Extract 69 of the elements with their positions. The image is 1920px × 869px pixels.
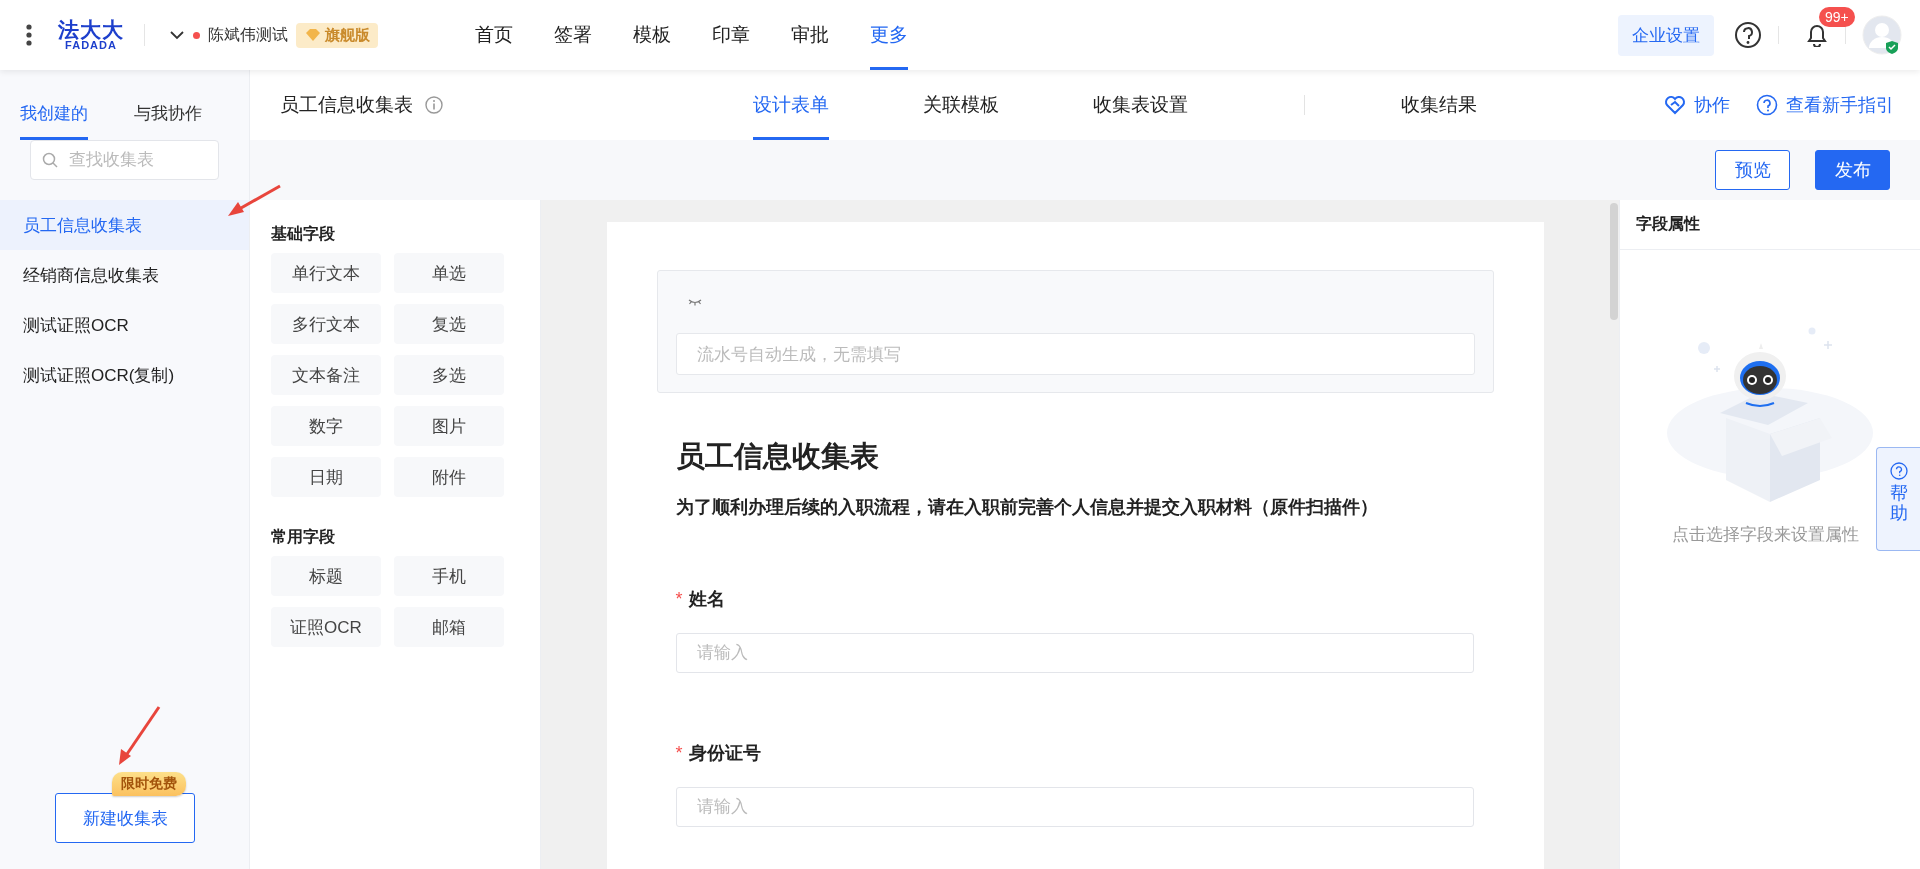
form-description: 为了顺利办理后续的入职流程，请在入职前完善个人信息并提交入职材料（原件扫描件）: [675, 496, 1379, 519]
account-name[interactable]: 陈斌伟测试: [208, 24, 288, 46]
field-type-item[interactable]: 单行文本: [271, 253, 381, 293]
field-type-item[interactable]: 邮箱: [394, 607, 504, 647]
more-menu-icon[interactable]: [26, 24, 32, 46]
edition-badge: 旗舰版: [296, 22, 378, 48]
form-list-item[interactable]: 员工信息收集表: [0, 200, 249, 250]
form-tab[interactable]: 收集表设置: [1093, 70, 1188, 140]
field-type-item[interactable]: 文本备注: [271, 355, 381, 395]
field-type-item[interactable]: 标题: [271, 556, 381, 596]
field-label: 身份证号: [688, 742, 761, 765]
diamond-icon: [304, 27, 322, 43]
field-type-item[interactable]: 证照OCR: [271, 607, 381, 647]
form-title: 员工信息收集表: [280, 93, 413, 117]
field-label: 姓名: [688, 588, 725, 611]
field-type-item[interactable]: 多选: [394, 355, 504, 395]
create-form-button[interactable]: 新建收集表: [55, 793, 195, 843]
search-field[interactable]: 查找收集表: [30, 140, 219, 180]
empty-state-hint: 点击选择字段来设置属性: [1671, 524, 1859, 546]
help-tab[interactable]: 帮助: [1876, 447, 1920, 551]
form-list-item[interactable]: 测试证照OCR: [0, 300, 249, 350]
logo-text: 法大大: [58, 19, 124, 40]
form-tab[interactable]: 收集结果: [1401, 70, 1477, 140]
annotation-arrow: [228, 184, 281, 216]
closed-eye-icon: [687, 298, 702, 307]
field-type-item[interactable]: 单选: [394, 253, 504, 293]
publish-button[interactable]: 发布: [1815, 150, 1890, 190]
required-mark: *: [675, 588, 683, 610]
handshake-heart-icon: [1664, 94, 1686, 116]
panel-title: 字段属性: [1620, 200, 1920, 250]
field-type-item[interactable]: 复选: [394, 304, 504, 344]
help-icon: [1756, 94, 1778, 116]
input-field[interactable]: 请输入: [675, 633, 1474, 673]
field-type-item[interactable]: 手机: [394, 556, 504, 596]
palette-group-title: 常用字段: [271, 527, 336, 547]
input-field[interactable]: 请输入: [675, 787, 1474, 827]
form-list-item[interactable]: 测试证照OCR(复制): [0, 350, 249, 400]
annotation-arrow: [119, 706, 161, 765]
nav-tab[interactable]: 模板: [633, 0, 671, 70]
nav-tab[interactable]: 审批: [791, 0, 829, 70]
status-dot: [193, 31, 200, 39]
field-type-item[interactable]: 多行文本: [271, 304, 381, 344]
enterprise-settings-button[interactable]: 企业设置: [1618, 14, 1714, 56]
serial-number-field: 流水号自动生成，无需填写: [675, 333, 1475, 375]
form-list-item[interactable]: 经销商信息收集表: [0, 250, 249, 300]
collaborate-link[interactable]: 协作: [1664, 93, 1730, 117]
info-icon: [425, 96, 443, 114]
scrollbar-thumb[interactable]: [1610, 203, 1618, 320]
required-mark: *: [675, 742, 683, 764]
field-type-item[interactable]: 图片: [394, 406, 504, 446]
nav-tab[interactable]: 签署: [554, 0, 592, 70]
field-type-item[interactable]: 数字: [271, 406, 381, 446]
avatar-icon: [1862, 15, 1902, 55]
promo-badge: 限时免费: [112, 772, 186, 796]
nav-tab[interactable]: 印章: [712, 0, 750, 70]
help-icon: [1889, 462, 1908, 480]
preview-button[interactable]: 预览: [1715, 150, 1790, 190]
help-icon[interactable]: [1734, 21, 1762, 49]
nav-tab[interactable]: 首页: [475, 0, 513, 70]
form-heading: 员工信息收集表: [675, 439, 880, 474]
form-tab[interactable]: 关联模板: [923, 70, 999, 140]
guide-link[interactable]: 查看新手指引: [1756, 93, 1894, 117]
logo-subtext: FADADA: [65, 40, 117, 51]
field-type-item[interactable]: 日期: [271, 457, 381, 497]
notification-badge: 99+: [1819, 7, 1855, 27]
bell-icon[interactable]: [1805, 23, 1829, 47]
field-type-item[interactable]: 附件: [394, 457, 504, 497]
palette-group-title: 基础字段: [271, 224, 336, 244]
sidebar-tab[interactable]: 与我协作: [134, 86, 202, 140]
